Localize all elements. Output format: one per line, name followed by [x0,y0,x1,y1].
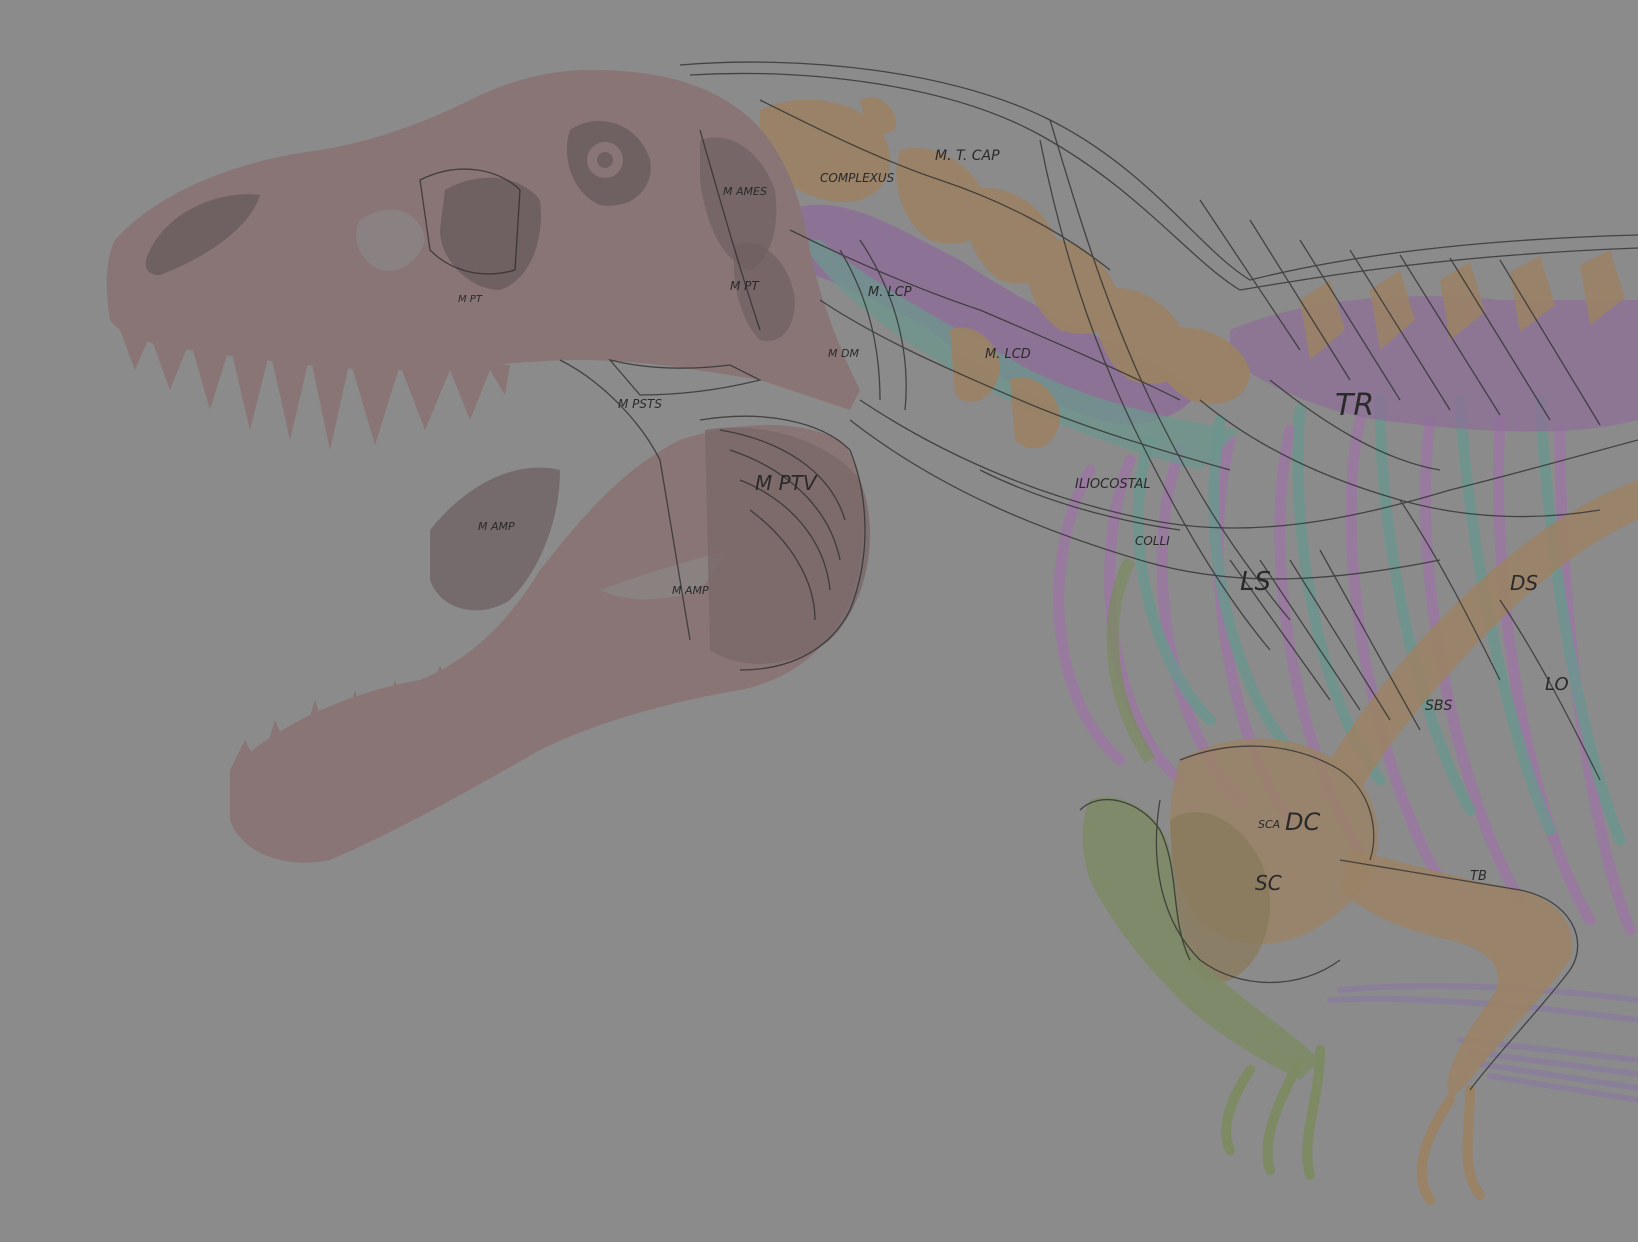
label-ls: LS [1240,567,1271,597]
label-sbs: SBS [1425,698,1452,714]
label-lo: LO [1545,674,1569,695]
label-m-amp: M AMP [478,520,515,533]
label-ds: DS [1510,571,1538,595]
label-m-ames: M AMES [723,185,767,198]
label-colli: COLLI [1135,534,1170,548]
anatomy-illustration: M. T. CAP COMPLEXUS M. LCP M. LCD ILIOCO… [0,0,1638,1242]
label-tr: TR [1335,388,1374,423]
label-m-psts: M PSTS [618,397,662,411]
label-m-amp-jaw: M AMP [672,584,709,597]
label-m-pt: M PT [458,294,483,305]
label-m-lcp: M. LCP [868,285,912,300]
label-tb: TB [1470,869,1487,884]
label-iliocostalis: ILIOCOSTAL [1075,477,1151,492]
label-m-t-cap: M. T. CAP [935,148,1000,164]
pupil [597,152,613,168]
label-sc: SC [1255,871,1282,895]
label-m-ptv: M PTV [755,471,818,495]
label-m-lcd: M. LCD [985,347,1031,362]
label-sca: SCA [1258,818,1280,831]
label-m-pt-jaw: M PT [730,279,760,293]
label-complexus: COMPLEXUS [820,171,895,185]
label-dc: DC [1285,808,1320,836]
label-m-dm: M DM [828,347,859,360]
